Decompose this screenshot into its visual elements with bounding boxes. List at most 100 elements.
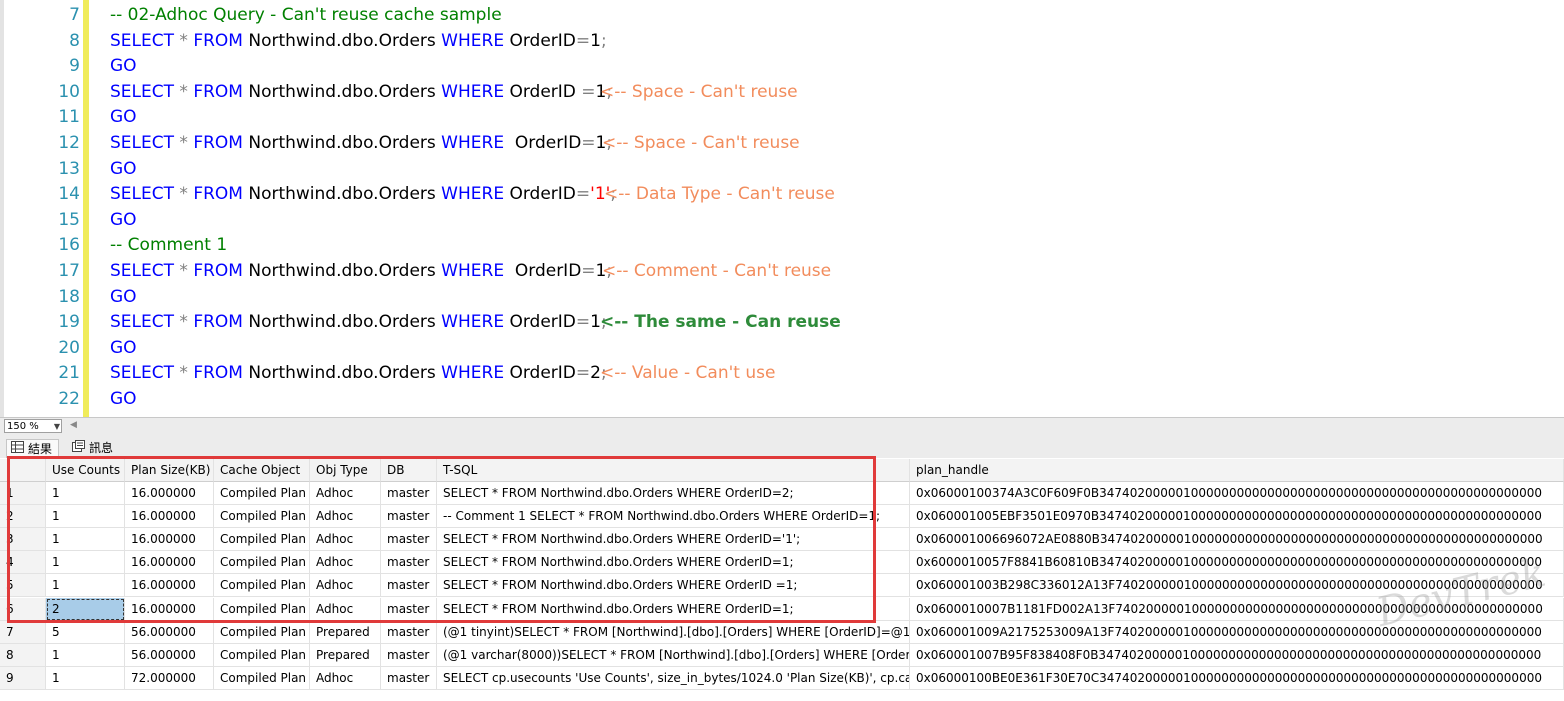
- code-text[interactable]: SELECT * FROM Northwind.dbo.Orders WHERE…: [110, 361, 607, 386]
- column-header-plan-size[interactable]: Plan Size(KB): [125, 459, 214, 482]
- code-text[interactable]: SELECT * FROM Northwind.dbo.Orders WHERE…: [110, 80, 612, 105]
- code-line[interactable]: 17 SELECT * FROM Northwind.dbo.Orders WHE…: [0, 259, 1564, 284]
- table-row[interactable]: 6 2 16.000000 Compiled Plan Adhoc master SELEC…: [0, 597, 1564, 621]
- cell-db[interactable]: master: [381, 505, 437, 529]
- row-number[interactable]: 5: [0, 574, 46, 598]
- cell-db[interactable]: master: [381, 574, 437, 598]
- cell-tsql[interactable]: SELECT * FROM Northwind.dbo.Orders WHERE…: [437, 551, 910, 575]
- cell-cache-object[interactable]: Compiled Plan: [214, 597, 310, 621]
- code-text[interactable]: GO: [110, 387, 137, 412]
- table-row[interactable]: 5 1 16.000000 Compiled Plan Adhoc master SELEC…: [0, 574, 1564, 598]
- cell-obj-type[interactable]: Adhoc: [310, 574, 381, 598]
- cell-plan-handle[interactable]: 0x6000010057F8841B60810B3474020000010000…: [910, 551, 1564, 575]
- cell-db[interactable]: master: [381, 528, 437, 552]
- row-number[interactable]: 2: [0, 505, 46, 529]
- cell-obj-type[interactable]: Adhoc: [310, 482, 381, 505]
- cell-use-counts[interactable]: 1: [46, 528, 125, 552]
- cell-use-counts[interactable]: 1: [46, 574, 125, 598]
- code-text[interactable]: GO: [110, 157, 137, 182]
- column-header-cache-object[interactable]: Cache Object: [214, 459, 310, 482]
- table-row[interactable]: 9 1 72.000000 Compiled Plan Adhoc master SELEC…: [0, 666, 1564, 690]
- table-row[interactable]: 8 1 56.000000 Compiled Plan Prepared master (@…: [0, 643, 1564, 667]
- code-line[interactable]: 19 SELECT * FROM Northwind.dbo.Orders WHE…: [0, 310, 1564, 335]
- zoom-select[interactable]: 150 % ▼: [4, 419, 62, 433]
- cell-tsql[interactable]: (@1 tinyint)SELECT * FROM [Northwind].[d…: [437, 620, 910, 644]
- chevron-down-icon[interactable]: ▼: [54, 420, 60, 434]
- column-header-use-counts[interactable]: Use Counts: [46, 459, 125, 482]
- cell-obj-type[interactable]: Adhoc: [310, 666, 381, 690]
- results-grid[interactable]: Use Counts Plan Size(KB) Cache Object Ob…: [0, 459, 1564, 701]
- cell-plan-handle[interactable]: 0x060001005EBF3501E0970B3474020000010000…: [910, 505, 1564, 529]
- table-row[interactable]: 2 1 16.000000 Compiled Plan Adhoc master -- Co…: [0, 505, 1564, 529]
- cell-use-counts[interactable]: 1: [46, 482, 125, 505]
- cell-obj-type[interactable]: Adhoc: [310, 505, 381, 529]
- code-line[interactable]: 21 SELECT * FROM Northwind.dbo.Orders WHE…: [0, 361, 1564, 386]
- cell-plan-size[interactable]: 16.000000: [125, 482, 214, 505]
- cell-plan-size[interactable]: 16.000000: [125, 551, 214, 575]
- column-header-obj-type[interactable]: Obj Type: [310, 459, 381, 482]
- cell-use-counts[interactable]: 5: [46, 620, 125, 644]
- row-number[interactable]: 8: [0, 643, 46, 667]
- cell-use-counts[interactable]: 1: [46, 505, 125, 529]
- table-row[interactable]: 3 1 16.000000 Compiled Plan Adhoc master SELEC…: [0, 528, 1564, 552]
- cell-cache-object[interactable]: Compiled Plan: [214, 666, 310, 690]
- code-line[interactable]: 16 -- Comment 1: [0, 233, 1564, 258]
- code-text[interactable]: GO: [110, 105, 137, 130]
- cell-use-counts[interactable]: 1: [46, 551, 125, 575]
- column-header-plan-handle[interactable]: plan_handle: [910, 459, 1564, 482]
- code-line[interactable]: 14 SELECT * FROM Northwind.dbo.Orders WHE…: [0, 182, 1564, 207]
- cell-use-counts[interactable]: 1: [46, 666, 125, 690]
- code-text[interactable]: SELECT * FROM Northwind.dbo.Orders WHERE…: [110, 182, 616, 207]
- cell-plan-handle[interactable]: 0x060001003B298C336012A13F74020000010000…: [910, 574, 1564, 598]
- cell-obj-type[interactable]: Prepared: [310, 620, 381, 644]
- cell-plan-handle[interactable]: 0x060001007B95F838408F0B3474020000010000…: [910, 643, 1564, 667]
- cell-plan-size[interactable]: 56.000000: [125, 620, 214, 644]
- code-text[interactable]: GO: [110, 285, 137, 310]
- code-text[interactable]: GO: [110, 336, 137, 361]
- cell-plan-handle[interactable]: 0x060001009A2175253009A13F74020000010000…: [910, 620, 1564, 644]
- scroll-left-icon[interactable]: ◀: [70, 420, 77, 430]
- code-text[interactable]: SELECT * FROM Northwind.dbo.Orders WHERE…: [110, 131, 612, 156]
- cell-cache-object[interactable]: Compiled Plan: [214, 528, 310, 552]
- code-line[interactable]: 13 GO: [0, 157, 1564, 182]
- cell-plan-handle[interactable]: 0x0600010007B1181FD002A13F74020000010000…: [910, 597, 1564, 621]
- table-row[interactable]: 1 1 16.000000 Compiled Plan Adhoc master SELEC…: [0, 482, 1564, 505]
- cell-use-counts[interactable]: 2: [46, 597, 125, 621]
- cell-plan-size[interactable]: 72.000000: [125, 666, 214, 690]
- row-number[interactable]: 9: [0, 666, 46, 690]
- cell-db[interactable]: master: [381, 482, 437, 505]
- code-line[interactable]: 9 GO: [0, 54, 1564, 79]
- column-header-tsql[interactable]: T-SQL: [437, 459, 910, 482]
- cell-db[interactable]: master: [381, 597, 437, 621]
- cell-tsql[interactable]: SELECT * FROM Northwind.dbo.Orders WHERE…: [437, 528, 910, 552]
- cell-obj-type[interactable]: Prepared: [310, 643, 381, 667]
- cell-plan-size[interactable]: 16.000000: [125, 597, 214, 621]
- code-line[interactable]: 22 GO: [0, 387, 1564, 412]
- code-text[interactable]: GO: [110, 208, 137, 233]
- code-text[interactable]: SELECT * FROM Northwind.dbo.Orders WHERE…: [110, 310, 607, 335]
- cell-use-counts[interactable]: 1: [46, 643, 125, 667]
- code-line[interactable]: 7 -- 02-Adhoc Query - Can't reuse cache s…: [0, 3, 1564, 28]
- code-line[interactable]: 8 SELECT * FROM Northwind.dbo.Orders WHER…: [0, 29, 1564, 54]
- cell-tsql[interactable]: SELECT * FROM Northwind.dbo.Orders WHERE…: [437, 597, 910, 621]
- cell-plan-size[interactable]: 16.000000: [125, 505, 214, 529]
- cell-plan-handle[interactable]: 0x06000100374A3C0F609F0B3474020000010000…: [910, 482, 1564, 505]
- code-line[interactable]: 12 SELECT * FROM Northwind.dbo.Orders WHE…: [0, 131, 1564, 156]
- code-editor[interactable]: 7 -- 02-Adhoc Query - Can't reuse cache s…: [0, 0, 1564, 417]
- cell-cache-object[interactable]: Compiled Plan: [214, 620, 310, 644]
- code-line[interactable]: 11 GO: [0, 105, 1564, 130]
- table-row[interactable]: 4 1 16.000000 Compiled Plan Adhoc master SELEC…: [0, 551, 1564, 575]
- cell-tsql[interactable]: SELECT cp.usecounts 'Use Counts', size_i…: [437, 666, 910, 690]
- cell-cache-object[interactable]: Compiled Plan: [214, 551, 310, 575]
- cell-obj-type[interactable]: Adhoc: [310, 597, 381, 621]
- cell-tsql[interactable]: SELECT * FROM Northwind.dbo.Orders WHERE…: [437, 574, 910, 598]
- cell-db[interactable]: master: [381, 666, 437, 690]
- row-number[interactable]: 1: [0, 482, 46, 505]
- code-line[interactable]: 10 SELECT * FROM Northwind.dbo.Orders WHE…: [0, 80, 1564, 105]
- cell-plan-handle[interactable]: 0x06000100BE0E361F30E70C3474020000010000…: [910, 666, 1564, 690]
- code-text[interactable]: -- 02-Adhoc Query - Can't reuse cache sa…: [110, 3, 502, 28]
- cell-db[interactable]: master: [381, 551, 437, 575]
- cell-db[interactable]: master: [381, 643, 437, 667]
- code-text[interactable]: -- Comment 1: [110, 233, 227, 258]
- cell-cache-object[interactable]: Compiled Plan: [214, 574, 310, 598]
